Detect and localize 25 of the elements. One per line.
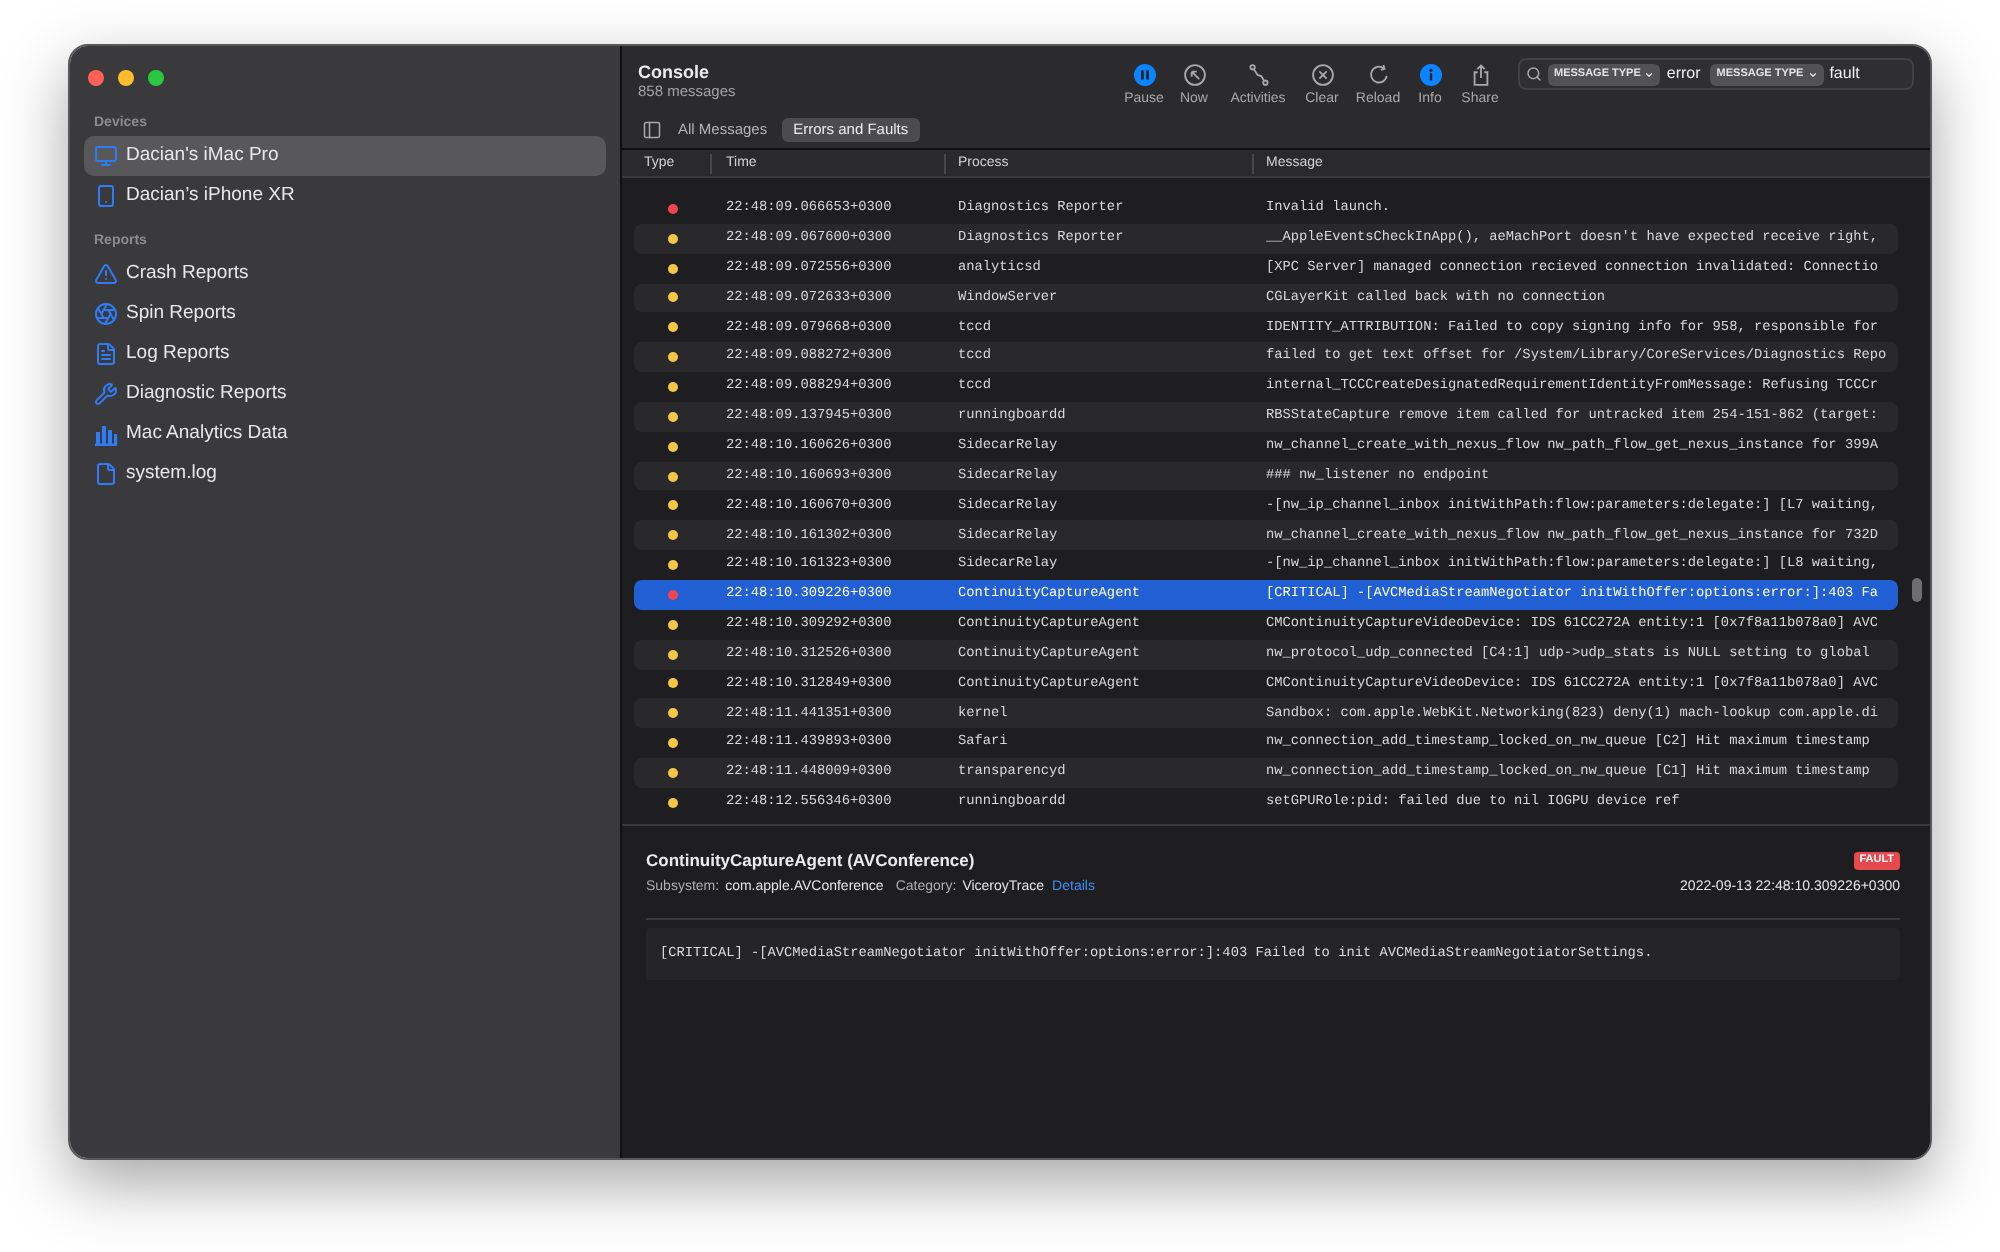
search-icon xyxy=(1526,66,1542,82)
sidebar-item[interactable]: Mac Analytics Data xyxy=(84,414,606,454)
desktop-computer-icon xyxy=(94,144,118,168)
bar-chart-icon xyxy=(94,422,118,446)
search-term: error xyxy=(1666,62,1701,86)
chevron-down-icon xyxy=(1807,69,1818,79)
chevron-down-icon xyxy=(1644,69,1655,79)
sidebar-item[interactable]: Crash Reports xyxy=(84,254,606,294)
sidebar-item[interactable]: Log Reports xyxy=(84,334,606,374)
warning-icon xyxy=(94,262,118,286)
sidebar-item[interactable]: Diagnostic Reports xyxy=(84,374,606,414)
sidebar-item[interactable]: Spin Reports xyxy=(84,294,606,334)
aperture-icon xyxy=(94,302,118,326)
sidebar-item[interactable]: Dacian's iMac Pro xyxy=(84,136,606,176)
sidebar-item[interactable]: system.log xyxy=(84,454,606,494)
wrench-icon xyxy=(94,382,118,406)
sidebar-item[interactable]: Dacian’s iPhone XR xyxy=(84,176,606,216)
sidebar-toggle-icon[interactable] xyxy=(642,120,662,140)
phone-icon xyxy=(94,184,118,208)
file-icon xyxy=(94,462,118,486)
window-title: Console xyxy=(638,61,712,81)
search-term: fault xyxy=(1829,62,1860,86)
document-icon xyxy=(94,342,118,366)
log-title: ContinuityCaptureAgent (AVConference) xyxy=(646,850,975,870)
scrollbar-thumb[interactable] xyxy=(1912,578,1923,602)
